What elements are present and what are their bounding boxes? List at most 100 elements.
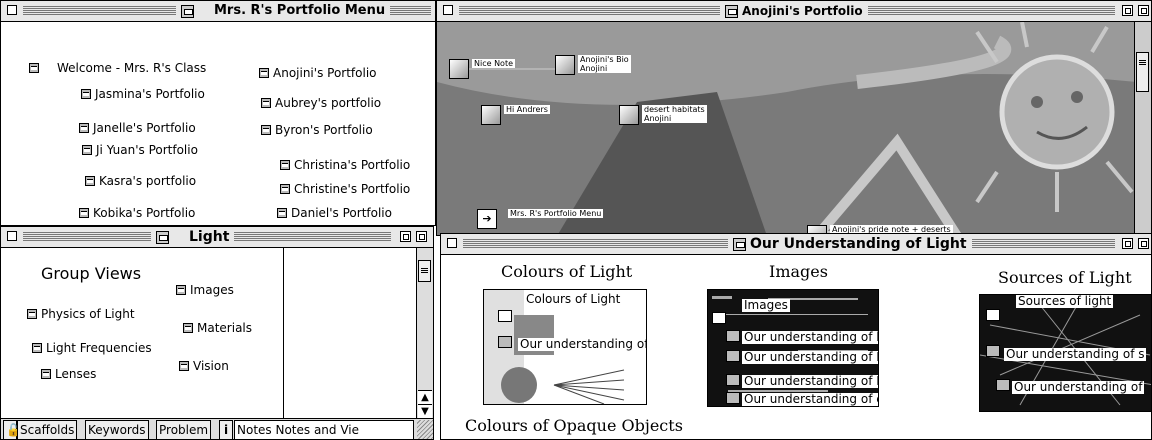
page-icon [280,184,290,194]
note-hi-andrers[interactable]: Hi Andrers [481,105,550,125]
view-heading-sources-of-light: Sources of Light [998,268,1132,287]
link-arrow-icon [498,310,512,322]
tab-scaffolds[interactable]: Scaffolds [17,420,78,439]
view-thumbnail-sources-of-light[interactable]: Sources of light Our understanding of s … [979,294,1151,412]
close-box[interactable] [447,238,457,248]
aubrey-portfolio-link[interactable]: Aubrey's portfolio [261,96,381,110]
physics-of-light-link[interactable]: Physics of Light [27,307,135,321]
portfolio-scrollbar[interactable] [1134,22,1151,235]
images-drawing [712,296,868,392]
page-icon [32,343,42,353]
tab-info[interactable]: i [219,420,233,439]
note-desert-habitats[interactable]: desert habitats Anojini [619,105,707,125]
note-anojini-bio[interactable]: Anojini's Bio Anojini [555,55,631,75]
pane-divider[interactable] [283,248,284,420]
byron-portfolio-link[interactable]: Byron's Portfolio [261,123,373,137]
note-our-understanding-of-images[interactable]: Our understanding of Images [742,375,878,388]
portfolio-menu-titlebar[interactable]: Mrs. R's Portfolio Menu [1,1,435,22]
lock-icon[interactable]: 🔓 [3,420,21,439]
link-arrow-icon [712,312,726,324]
note-portfolio-menu-link[interactable]: ➔ Mrs. R's Portfolio Menu [477,209,604,229]
note-icon [449,59,469,79]
zoom-box[interactable] [400,231,411,242]
images-view-link[interactable]: Images [176,283,234,297]
collapse-box[interactable] [416,231,427,242]
jasmina-portfolio-link[interactable]: Jasmina's Portfolio [81,87,205,101]
anojini-portfolio-window: Anojini's Portfolio Nice Note Anojini's … [436,0,1152,236]
light-titlebar[interactable]: Light [1,227,433,248]
view-label-images: Images [742,298,790,312]
materials-link[interactable]: Materials [183,321,252,335]
close-box[interactable] [7,5,17,15]
understanding-light-window: Our Understanding of Light Colours of Li… [440,233,1152,440]
page-icon [259,68,269,78]
window-title: Anojini's Portfolio [720,1,868,21]
scroll-down-arrow[interactable]: ▼ [418,404,432,419]
collapse-box[interactable] [1138,5,1149,16]
window-icon [725,4,738,18]
note-our-understanding-of-photographs[interactable]: Our understanding of Photographs [742,351,878,364]
link-arrow-icon [986,309,1000,321]
window-icon [733,237,746,251]
view-label-colours-of-light: Colours of Light [524,292,623,306]
close-box[interactable] [443,5,453,15]
janelle-portfolio-link[interactable]: Janelle's Portfolio [79,121,196,135]
page-icon [183,323,193,333]
group-views-heading: Group Views [41,264,142,283]
note-our-understanding-of-prism[interactable]: Our understanding of prism [518,338,646,351]
note-our-understanding-of-lenses[interactable]: Our understanding of lenses [742,331,878,344]
view-heading-images: Images [769,262,828,281]
window-title: Our Understanding of Light [728,234,972,254]
zoom-box[interactable] [1122,238,1133,249]
view-thumbnail-colours-of-light[interactable]: Colours of Light Our understanding of pr… [483,289,647,405]
christina-portfolio-link[interactable]: Christina's Portfolio [280,158,410,172]
view-heading-colours-of-light: Colours of Light [501,262,633,281]
kasra-portfolio-link[interactable]: Kasra's portfolio [85,174,196,188]
anojini-portfolio-link[interactable]: Anojini's Portfolio [259,66,377,80]
zoom-box[interactable] [1122,5,1133,16]
kobika-portfolio-link[interactable]: Kobika's Portfolio [79,206,195,220]
anojini-portfolio-titlebar[interactable]: Anojini's Portfolio [437,1,1151,22]
understanding-light-titlebar[interactable]: Our Understanding of Light [441,234,1151,255]
tab-keywords[interactable]: Keywords [85,420,149,439]
computer-icon [986,345,1000,357]
computer-icon [498,336,512,348]
note-our-understanding-of-sources-2[interactable]: Our understanding of [1012,381,1145,394]
close-box[interactable] [7,231,17,241]
welcome-link[interactable]: Welcome - Mrs. R's Class [29,61,206,75]
page-icon [280,160,290,170]
note-icon [619,105,639,125]
light-frequencies-link[interactable]: Light Frequencies [32,341,152,355]
scroll-thumb[interactable] [1136,52,1149,92]
daniel-portfolio-link[interactable]: Daniel's Portfolio [277,206,392,220]
view-heading-colours-of-opaque-objects: Colours of Opaque Objects [465,416,683,435]
tab-problem[interactable]: Problem [156,420,212,439]
link-arrow-icon: ➔ [477,209,497,229]
collapse-box[interactable] [1138,238,1149,249]
scroll-up-arrow[interactable]: ▲ [418,390,432,405]
note-our-understanding-of-cameras[interactable]: Our understanding of cameras [742,393,878,406]
christine-portfolio-link[interactable]: Christine's Portfolio [280,182,410,196]
view-label-sources-of-light: Sources of light [1016,294,1114,308]
page-icon [82,145,92,155]
page-icon [27,309,37,319]
computer-icon [726,374,740,386]
note-our-understanding-of-sources[interactable]: Our understanding of s [1004,348,1147,361]
note-icon [481,105,501,125]
window-title: Mrs. R's Portfolio Menu [176,1,391,21]
computer-icon [726,350,740,362]
light-scrollbar[interactable]: ▲ ▼ [416,248,433,419]
scroll-thumb[interactable] [418,260,431,282]
page-icon [29,63,39,73]
light-window: Light Group Views Images Physics of Ligh… [0,226,434,440]
view-thumbnail-images[interactable]: Images Our understanding of lenses Our u… [707,289,879,407]
note-nice-note[interactable]: Nice Note [449,59,516,79]
vision-link[interactable]: Vision [179,359,229,373]
resize-grip[interactable] [417,420,433,439]
lenses-link[interactable]: Lenses [41,367,96,381]
computer-icon [996,379,1010,391]
jiyuan-portfolio-link[interactable]: Ji Yuan's Portfolio [82,143,198,157]
tab-notes-and-views[interactable]: Notes Notes and Vie [234,420,414,439]
computer-icon [726,330,740,342]
page-icon [261,98,271,108]
